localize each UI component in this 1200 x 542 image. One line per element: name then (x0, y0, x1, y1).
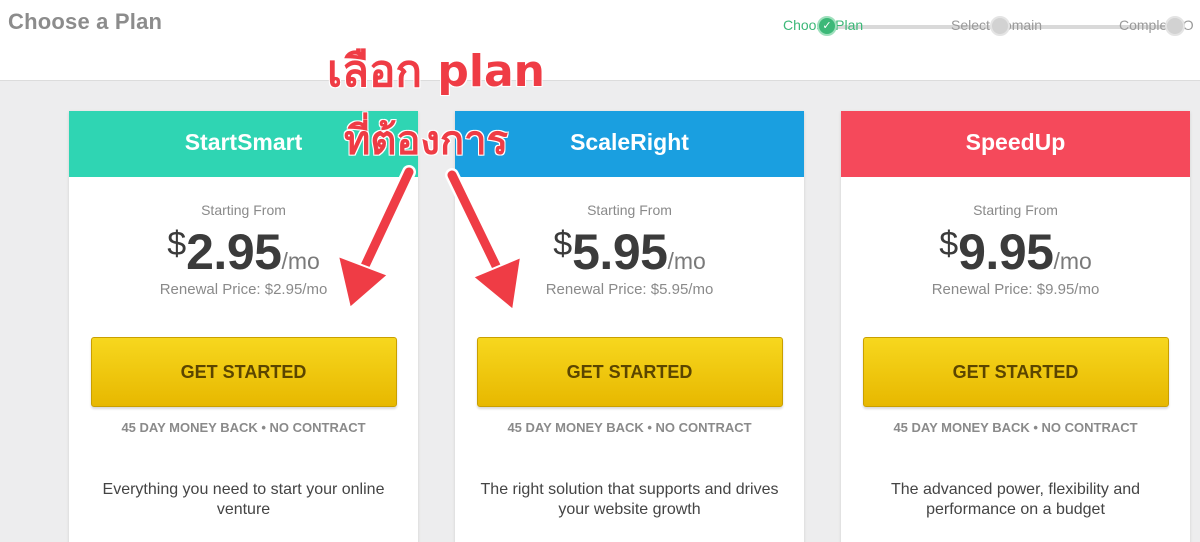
renewal-price: Renewal Price: $5.95/mo (545, 281, 714, 298)
guarantee-text: 45 DAY MONEY BACK • NO CONTRACT (893, 420, 1138, 435)
get-started-button[interactable]: GET STARTED (862, 337, 1169, 407)
price-period: /mo (667, 248, 706, 274)
guarantee-text: 45 DAY MONEY BACK • NO CONTRACT (507, 420, 752, 435)
plan-card-scaleright: ScaleRight Starting From $5.95/mo Renewa… (455, 111, 804, 542)
step-2-dot (990, 16, 1010, 36)
price-amount: 5.95 (572, 224, 668, 280)
currency-symbol: $ (939, 225, 959, 263)
renewal-price: Renewal Price: $2.95/mo (159, 281, 328, 298)
step-1-check-icon: ✓ (817, 16, 837, 36)
price-period: /mo (281, 248, 320, 274)
top-bar: Choose a Plan Choose Plan Select Domain … (0, 0, 1200, 81)
currency-symbol: $ (553, 225, 573, 263)
plan-card-speedup: SpeedUp Starting From $9.95/mo Renewal P… (841, 111, 1190, 542)
plan-name: SpeedUp (841, 111, 1190, 177)
price-amount: 9.95 (958, 224, 1054, 280)
renewal-price: Renewal Price: $9.95/mo (931, 281, 1100, 298)
plan-description: Everything you need to start your online… (102, 481, 385, 518)
annotation-text-line2: ที่ต้องการ (343, 117, 509, 165)
step-3-dot (1165, 16, 1185, 36)
get-started-button[interactable]: GET STARTED (90, 337, 397, 407)
plan-price: $5.95/mo (455, 223, 804, 281)
price-amount: 2.95 (186, 224, 282, 280)
annotation-text-line1: เลือก plan (326, 45, 545, 98)
plan-description: The advanced power, flexibility and perf… (890, 481, 1141, 518)
starting-from-label: Starting From (587, 202, 672, 218)
plan-card-startsmart: StartSmart Starting From $2.95/mo Renewa… (69, 111, 418, 542)
price-period: /mo (1053, 248, 1092, 274)
guarantee-text: 45 DAY MONEY BACK • NO CONTRACT (121, 420, 366, 435)
currency-symbol: $ (167, 225, 187, 263)
plan-price: $2.95/mo (69, 223, 418, 281)
plan-description: The right solution that supports and dri… (480, 481, 779, 518)
starting-from-label: Starting From (973, 202, 1058, 218)
plan-price: $9.95/mo (841, 223, 1190, 281)
starting-from-label: Starting From (201, 202, 286, 218)
get-started-button[interactable]: GET STARTED (476, 337, 783, 407)
page-title: Choose a Plan (8, 9, 163, 34)
